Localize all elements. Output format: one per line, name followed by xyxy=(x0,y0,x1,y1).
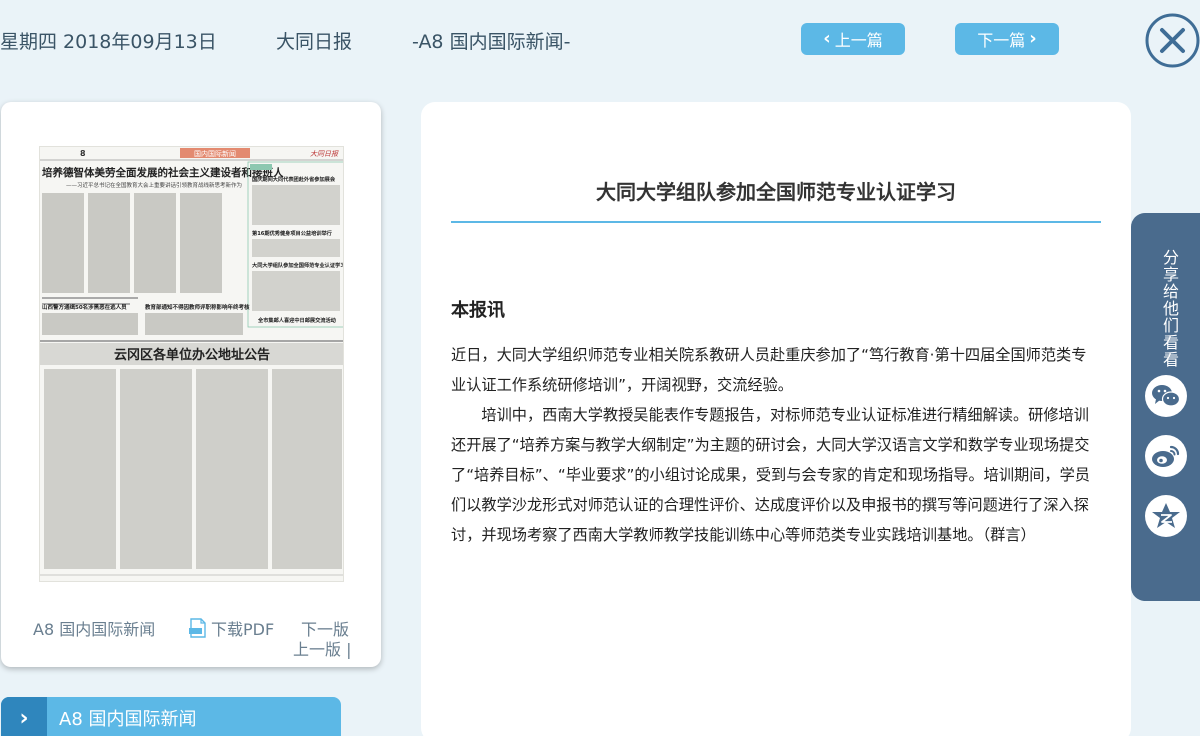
thumb-mid-head-1: 山西警方通缉50名涉黑恶在逃人员 xyxy=(42,303,127,311)
page-card: 8 国内国际新闻 大同日报 培养德智体美劳全面发展的社会主义建设者和接班人 ——… xyxy=(1,102,381,667)
prev-page-link[interactable]: 上一版 | xyxy=(293,636,351,660)
download-pdf-label: 下载PDF xyxy=(211,620,275,639)
article-title: 大同大学组队参加全国师范专业认证学习 xyxy=(596,180,956,204)
page-label: -A8 国内国际新闻- xyxy=(412,31,571,53)
thumb-masthead: 大同日报 xyxy=(310,150,339,158)
thumb-mid-text xyxy=(42,313,243,335)
share-panel: 分享给他们看看 xyxy=(1131,213,1200,601)
next-article-label: 下一篇 xyxy=(977,31,1026,50)
close-icon xyxy=(1145,13,1200,68)
thumb-side-head-1: 国庆期间大同代表团赴外省参加展会 xyxy=(252,175,336,183)
current-page-name: A8 国内国际新闻 xyxy=(33,620,156,639)
prev-article-button[interactable]: ‹ 上一篇 xyxy=(801,23,905,55)
prev-article-label: 上一篇 xyxy=(834,31,883,50)
close-button[interactable] xyxy=(1145,13,1200,68)
thumb-text-columns xyxy=(42,193,222,305)
wechat-share-button[interactable] xyxy=(1145,375,1187,417)
section-nav-item[interactable]: › A8 国内国际新闻 xyxy=(1,697,341,736)
page-thumbnail[interactable]: 8 国内国际新闻 大同日报 培养德智体美劳全面发展的社会主义建设者和接班人 ——… xyxy=(39,146,344,582)
wechat-icon xyxy=(1152,385,1181,407)
issue-date: 星期四 2018年09月13日 xyxy=(0,31,217,53)
thumb-side-head-3: 大同大学组队参加全国师范专业认证学习 xyxy=(252,261,344,269)
article-panel: 大同大学组队参加全国师范专业认证学习 本报讯 近日，大同大学组织师范专业相关院系… xyxy=(421,102,1131,736)
thumb-mid-head-2: 教育部通知不得因教师评职称影响年终考核 xyxy=(144,303,250,311)
chevron-left-icon: ‹ xyxy=(823,28,831,49)
qzone-icon xyxy=(1152,503,1180,528)
page-card-links: A8 国内国际新闻 下载PDF 下一版 上一版 | xyxy=(1,614,381,664)
pdf-icon xyxy=(189,618,206,638)
weibo-icon xyxy=(1152,445,1180,467)
thumb-notice-title: 云冈区各单位办公地址公告 xyxy=(114,347,270,363)
weibo-share-button[interactable] xyxy=(1145,435,1187,477)
share-label: 分享给他们看看 xyxy=(1160,249,1179,368)
thumb-side-head-4: 全市集邮人喜迎中日邮展交流活动 xyxy=(257,316,336,324)
article-paragraph: 近日，大同大学组织师范专业相关院系教研人员赴重庆参加了“笃行教育·第十四届全国师… xyxy=(451,346,1087,394)
qzone-share-button[interactable] xyxy=(1145,495,1187,537)
title-divider xyxy=(451,221,1101,223)
download-pdf-link[interactable]: 下载PDF xyxy=(189,616,274,640)
thumb-section-tag: 国内国际新闻 xyxy=(194,149,236,158)
article-body: 近日，大同大学组织师范专业相关院系教研人员赴重庆参加了“笃行教育·第十四届全国师… xyxy=(451,340,1101,550)
section-nav-label: A8 国内国际新闻 xyxy=(59,709,197,730)
chevron-right-icon: › xyxy=(1,697,47,736)
next-article-button[interactable]: 下一篇 › xyxy=(955,23,1059,55)
newspaper-name: 大同日报 xyxy=(276,31,353,53)
chevron-right-icon: › xyxy=(1029,28,1037,49)
thumb-notice-columns xyxy=(44,369,342,569)
top-bar: 星期四 2018年09月13日 大同日报 -A8 国内国际新闻- ‹ 上一篇 下… xyxy=(0,0,1200,80)
newspaper-page-image: 8 国内国际新闻 大同日报 培养德智体美劳全面发展的社会主义建设者和接班人 ——… xyxy=(40,148,344,576)
thumb-headline-sub: ——习近平总书记在全国教育大会上重要讲话引领教育战线新思考新作为 xyxy=(66,181,242,189)
thumb-page-no: 8 xyxy=(80,149,86,158)
article-source: 本报讯 xyxy=(451,300,505,321)
article-paragraph: 培训中，西南大学教授吴能表作专题报告，对标师范专业认证标准进行精细解读。研修培训… xyxy=(451,406,1090,544)
thumb-side-head-2: 第16期优秀健身项目公益培训举行 xyxy=(252,229,333,237)
